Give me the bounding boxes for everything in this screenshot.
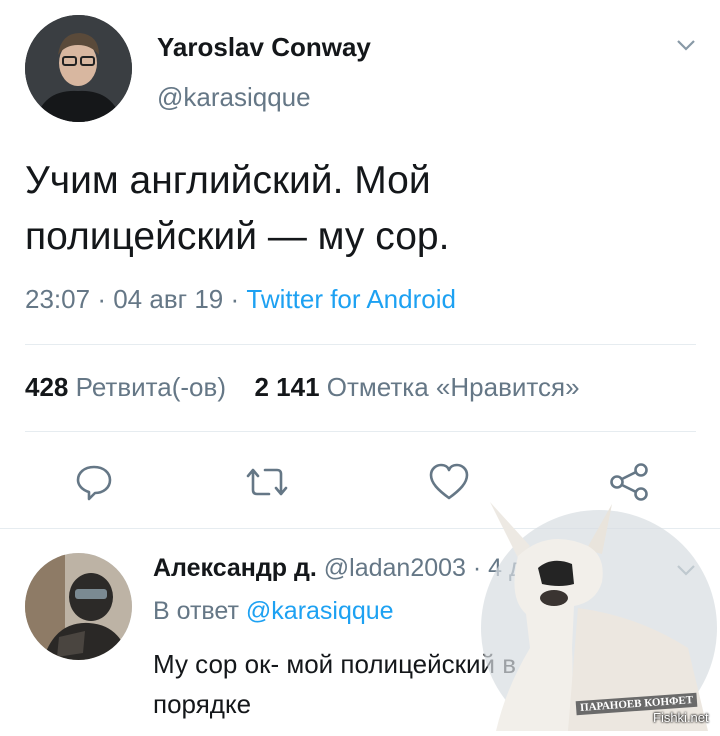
tweet-text: Учим английский. Мой полицейский — му со… — [25, 153, 449, 265]
site-watermark: Fishki.net — [653, 710, 709, 725]
meta-separator: · — [97, 284, 106, 314]
reply-text-line: порядке — [153, 689, 252, 719]
comment-icon[interactable] — [74, 462, 114, 502]
reply-text-line: Му сор ок- мой полицейский в — [153, 649, 517, 679]
retweet-icon[interactable] — [242, 466, 292, 498]
divider — [25, 344, 696, 345]
reply-author-avatar[interactable] — [25, 553, 132, 660]
in-reply-handle[interactable]: @karasiqque — [246, 597, 394, 625]
likes-count: 2 141 — [254, 372, 320, 402]
retweets-count: 428 — [25, 372, 69, 402]
divider — [25, 431, 696, 432]
in-reply-to: В ответ @karasiqque — [153, 597, 394, 626]
author-name[interactable]: Yaroslav Conway — [157, 32, 371, 63]
tweet-source-link[interactable]: Twitter for Android — [246, 284, 456, 314]
likes-stat[interactable]: 2 141 Отметка «Нравится» — [254, 372, 579, 402]
tweet-text-line: полицейский — му сор. — [25, 215, 450, 258]
tweet-stats: 428 Ретвита(-ов) 2 141 Отметка «Нравится… — [25, 372, 580, 403]
tweet-meta: 23:07 · 04 авг 19 · Twitter for Android — [25, 284, 456, 315]
retweets-label: Ретвита(-ов) — [75, 372, 226, 402]
reply-text: Му сор ок- мой полицейский в порядке — [153, 644, 516, 724]
author-avatar[interactable] — [25, 15, 132, 122]
tweet-text-line: Учим английский. Мой — [25, 159, 431, 202]
chevron-down-icon[interactable] — [676, 38, 696, 52]
likes-label: Отметка «Нравится» — [326, 372, 580, 402]
author-handle[interactable]: @karasiqque — [157, 82, 311, 113]
reply-avatar-image — [25, 553, 132, 660]
tweet-time: 23:07 — [25, 284, 91, 314]
meta-separator: · — [230, 284, 240, 314]
tweet-date: 04 авг 19 — [113, 284, 224, 314]
reply-author-name[interactable]: Александр д. — [153, 554, 317, 582]
reply-author-handle[interactable]: @ladan2003 — [324, 554, 466, 582]
share-icon[interactable] — [607, 462, 651, 502]
heart-icon[interactable] — [428, 463, 470, 501]
author-avatar-image — [25, 15, 132, 122]
in-reply-prefix: В ответ — [153, 597, 239, 625]
retweets-stat[interactable]: 428 Ретвита(-ов) — [25, 372, 233, 402]
